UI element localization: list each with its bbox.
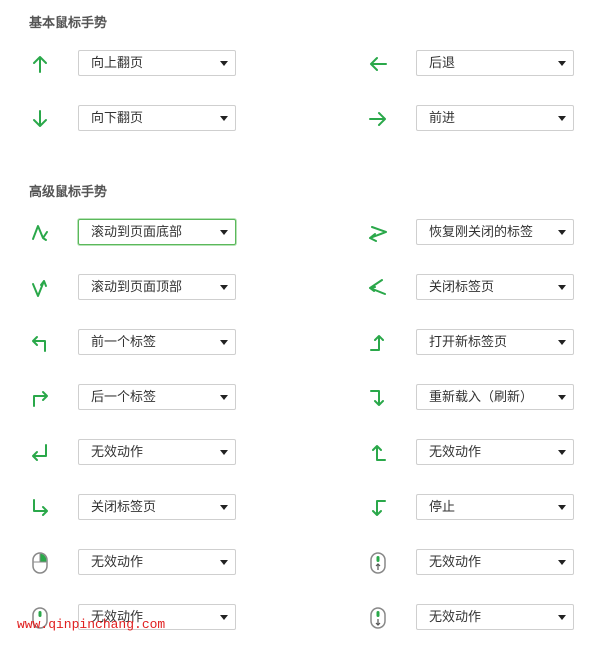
chevron-down-icon xyxy=(220,395,228,400)
select-value: 无效动作 xyxy=(429,444,482,459)
zigzag-up-icon xyxy=(28,276,52,300)
chevron-down-icon xyxy=(220,285,228,290)
right-down-icon xyxy=(366,386,390,410)
gesture-row: 无效动作 无效动作 xyxy=(0,549,594,577)
gesture-action-select[interactable]: 前一个标签 xyxy=(78,329,236,355)
chevron-down-icon xyxy=(220,615,228,620)
gesture-row: 向下翻页 前进 xyxy=(0,105,594,133)
chevron-down-icon xyxy=(558,116,566,121)
select-value: 恢复刚关闭的标签 xyxy=(429,224,534,239)
chevron-down-icon xyxy=(558,450,566,455)
select-value: 关闭标签页 xyxy=(429,279,495,294)
gesture-row: 关闭标签页 停止 xyxy=(0,494,594,522)
arrow-down-icon xyxy=(28,107,52,131)
gesture-action-select[interactable]: 恢复刚关闭的标签 xyxy=(416,219,574,245)
chevron-down-icon xyxy=(220,505,228,510)
chevron-down-icon xyxy=(220,560,228,565)
gesture-action-select[interactable]: 关闭标签页 xyxy=(416,274,574,300)
gesture-action-select[interactable]: 向下翻页 xyxy=(78,105,236,131)
select-value: 向上翻页 xyxy=(91,55,144,70)
gesture-action-select[interactable]: 向上翻页 xyxy=(78,50,236,76)
gesture-action-select[interactable]: 滚动到页面顶部 xyxy=(78,274,236,300)
left-down-icon xyxy=(366,496,390,520)
chevron-down-icon xyxy=(558,560,566,565)
gesture-row: 滚动到页面底部 恢复刚关闭的标签 xyxy=(0,219,594,247)
select-value: 停止 xyxy=(429,499,456,514)
mouse-right-click-icon xyxy=(28,551,52,575)
arrow-left-icon xyxy=(366,52,390,76)
left-up-icon xyxy=(366,441,390,465)
gesture-row: 滚动到页面顶部 关闭标签页 xyxy=(0,274,594,302)
select-value: 滚动到页面顶部 xyxy=(91,279,183,294)
chevron-down-icon xyxy=(558,615,566,620)
watermark-text: www.qinpinchang.com xyxy=(17,617,166,632)
select-value: 前一个标签 xyxy=(91,334,157,349)
select-value: 无效动作 xyxy=(91,444,144,459)
select-value: 后退 xyxy=(429,55,456,70)
zigzag-down-icon xyxy=(28,221,52,245)
zigzag-left-alt-icon xyxy=(366,276,390,300)
select-value: 向下翻页 xyxy=(91,110,144,125)
select-value: 打开新标签页 xyxy=(429,334,508,349)
gesture-action-select[interactable]: 无效动作 xyxy=(78,439,236,465)
gesture-action-select[interactable]: 前进 xyxy=(416,105,574,131)
advanced-gestures-title: 高级鼠标手势 xyxy=(29,184,108,199)
chevron-down-icon xyxy=(558,505,566,510)
chevron-down-icon xyxy=(220,61,228,66)
basic-gestures-title: 基本鼠标手势 xyxy=(29,15,108,30)
gesture-action-select[interactable]: 停止 xyxy=(416,494,574,520)
chevron-down-icon xyxy=(220,450,228,455)
chevron-down-icon xyxy=(558,230,566,235)
chevron-down-icon xyxy=(558,285,566,290)
select-value: 关闭标签页 xyxy=(91,499,157,514)
chevron-down-icon xyxy=(558,395,566,400)
right-up-icon xyxy=(366,331,390,355)
select-value: 后一个标签 xyxy=(91,389,157,404)
select-value: 无效动作 xyxy=(91,554,144,569)
gesture-action-select[interactable]: 后一个标签 xyxy=(78,384,236,410)
gesture-row: 无效动作 无效动作 xyxy=(0,439,594,467)
chevron-down-icon xyxy=(220,116,228,121)
arrow-right-icon xyxy=(366,107,390,131)
gesture-action-select[interactable]: 打开新标签页 xyxy=(416,329,574,355)
gesture-action-select[interactable]: 无效动作 xyxy=(416,439,574,465)
select-value: 无效动作 xyxy=(429,554,482,569)
gesture-action-select[interactable]: 滚动到页面底部 xyxy=(78,219,236,245)
zigzag-left-icon xyxy=(366,221,390,245)
mouse-wheel-up-icon xyxy=(366,551,390,575)
select-value: 前进 xyxy=(429,110,456,125)
chevron-down-icon xyxy=(220,230,228,235)
up-right-icon xyxy=(28,386,52,410)
gesture-action-select[interactable]: 无效动作 xyxy=(416,549,574,575)
mouse-wheel-down-icon xyxy=(366,606,390,630)
gesture-action-select[interactable]: 关闭标签页 xyxy=(78,494,236,520)
gesture-row: 向上翻页 后退 xyxy=(0,50,594,78)
gesture-row: 后一个标签 重新载入（刷新） xyxy=(0,384,594,412)
chevron-down-icon xyxy=(558,340,566,345)
gesture-action-select[interactable]: 无效动作 xyxy=(78,549,236,575)
arrow-up-icon xyxy=(28,52,52,76)
gesture-action-select[interactable]: 后退 xyxy=(416,50,574,76)
gesture-action-select[interactable]: 重新载入（刷新） xyxy=(416,384,574,410)
down-right-icon xyxy=(28,496,52,520)
chevron-down-icon xyxy=(558,61,566,66)
select-value: 滚动到页面底部 xyxy=(91,224,183,239)
select-value: 无效动作 xyxy=(429,609,482,624)
up-left-icon xyxy=(28,331,52,355)
gesture-row: 前一个标签 打开新标签页 xyxy=(0,329,594,357)
chevron-down-icon xyxy=(220,340,228,345)
select-value: 重新载入（刷新） xyxy=(429,389,534,404)
gesture-action-select[interactable]: 无效动作 xyxy=(416,604,574,630)
down-left-icon xyxy=(28,441,52,465)
